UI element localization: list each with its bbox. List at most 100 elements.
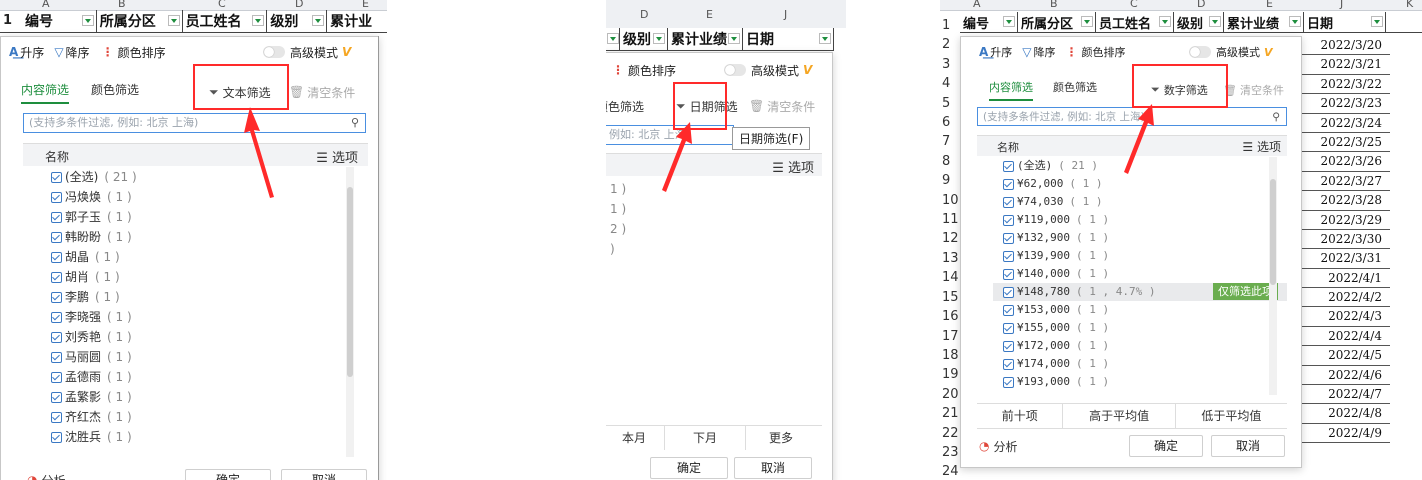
list-item[interactable]: ¥174,000 ( 1 ) bbox=[1003, 355, 1109, 373]
date-cell[interactable]: 2022/3/24 bbox=[1300, 114, 1390, 133]
checkbox[interactable] bbox=[1003, 376, 1014, 388]
checkbox[interactable] bbox=[51, 272, 62, 283]
list-item[interactable]: ¥74,030 ( 1 ) bbox=[1003, 193, 1102, 211]
filter-dropdown-icon[interactable] bbox=[81, 15, 94, 26]
checkbox[interactable] bbox=[51, 252, 62, 263]
advanced-mode[interactable]: 高级模式 V bbox=[724, 61, 812, 79]
advanced-mode[interactable]: 高级模式 V bbox=[263, 43, 351, 61]
checkbox[interactable] bbox=[51, 292, 62, 303]
filter-dropdown-icon[interactable] bbox=[607, 33, 619, 44]
date-cell[interactable]: 2022/4/9 bbox=[1300, 424, 1390, 444]
checkbox[interactable] bbox=[1003, 358, 1014, 370]
list-item[interactable]: 冯焕焕 ( 1 ) bbox=[51, 187, 132, 207]
tab-color-filter[interactable]: 颜色筛选 bbox=[1053, 79, 1097, 101]
list-item[interactable]: ¥172,000 ( 1 ) bbox=[1003, 337, 1109, 355]
checkbox[interactable] bbox=[51, 192, 62, 203]
next-month-button[interactable]: 下月 bbox=[664, 426, 746, 450]
filter-dropdown-icon[interactable] bbox=[819, 33, 831, 44]
list-item[interactable]: (全选) ( 21 ) bbox=[51, 167, 137, 187]
tab-color-filter[interactable]: 颜色筛选 bbox=[91, 81, 139, 104]
checkbox[interactable] bbox=[1003, 232, 1014, 244]
header-cell-date[interactable]: 日期 bbox=[743, 28, 834, 50]
ok-button[interactable]: 确定 bbox=[650, 457, 728, 479]
filter-dropdown-icon[interactable] bbox=[1289, 16, 1301, 27]
checkbox[interactable] bbox=[1003, 250, 1014, 262]
date-cell[interactable]: 2022/4/7 bbox=[1300, 385, 1390, 405]
filter-dropdown-icon[interactable] bbox=[1081, 16, 1093, 27]
advanced-toggle[interactable] bbox=[724, 64, 746, 76]
cancel-button[interactable]: 取消 bbox=[1211, 435, 1285, 457]
list-item[interactable]: ¥119,000 ( 1 ) bbox=[1003, 211, 1109, 229]
list-item[interactable]: 韩盼盼 ( 1 ) bbox=[51, 227, 132, 247]
advanced-toggle[interactable] bbox=[1189, 46, 1211, 58]
date-cell[interactable]: 2022/3/31 bbox=[1300, 249, 1390, 269]
tab-content-filter[interactable]: 内容筛选 bbox=[21, 81, 70, 104]
filter-dropdown-icon[interactable] bbox=[1371, 16, 1383, 27]
header-cell-date[interactable]: 日期 bbox=[1304, 12, 1386, 32]
advanced-mode[interactable]: 高级模式 V bbox=[1189, 43, 1273, 61]
checkbox[interactable] bbox=[1003, 286, 1014, 298]
list-item[interactable]: ¥139,900 ( 1 ) bbox=[1003, 247, 1109, 265]
header-cell-id[interactable]: 编号 bbox=[960, 12, 1018, 32]
search-icon[interactable]: ⚲ bbox=[351, 114, 359, 132]
checkbox[interactable] bbox=[51, 352, 62, 363]
filter-dropdown-icon[interactable] bbox=[653, 33, 665, 44]
header-cell-level[interactable]: 级别 bbox=[1174, 12, 1224, 32]
filter-dropdown-icon[interactable] bbox=[1159, 16, 1171, 27]
list-item[interactable]: ¥155,000 ( 1 ) bbox=[1003, 319, 1109, 337]
tab-color-filter-partial[interactable]: 颜色筛选 bbox=[606, 95, 644, 117]
list-item[interactable]: (全选) ( 21 ) bbox=[1003, 157, 1098, 175]
date-cell[interactable]: 2022/3/20 bbox=[1300, 36, 1390, 56]
list-item[interactable]: 孟德雨 ( 1 ) bbox=[51, 367, 132, 387]
clear-conditions-button[interactable]: 🗑 清空条件 bbox=[289, 81, 355, 103]
search-icon[interactable]: ⚲ bbox=[1272, 108, 1280, 126]
checkbox[interactable] bbox=[1003, 340, 1014, 352]
filter-dropdown-icon[interactable] bbox=[312, 15, 325, 26]
date-cell[interactable]: 2022/3/27 bbox=[1300, 172, 1390, 192]
checkbox[interactable] bbox=[51, 212, 62, 223]
header-cell-level[interactable]: 级别 bbox=[267, 10, 328, 32]
sort-desc-button[interactable]: 降序 bbox=[1034, 44, 1056, 60]
header-cell-id[interactable]: 编号 bbox=[22, 10, 97, 32]
filter-dropdown-icon[interactable] bbox=[728, 33, 740, 44]
date-cell[interactable]: 2022/3/25 bbox=[1300, 133, 1390, 153]
below-average-button[interactable]: 低于平均值 bbox=[1176, 404, 1287, 428]
cancel-button[interactable]: 取消 bbox=[281, 469, 367, 480]
header-cell-region[interactable]: 所属分区 bbox=[1018, 12, 1096, 32]
date-cell[interactable]: 2022/3/26 bbox=[1300, 152, 1390, 172]
checkbox[interactable] bbox=[1003, 196, 1014, 208]
list-item[interactable]: ¥140,000 ( 1 ) bbox=[1003, 265, 1109, 283]
date-cell[interactable]: 2022/4/2 bbox=[1300, 288, 1390, 308]
sort-asc-button[interactable]: 升序 bbox=[20, 44, 44, 61]
list-item[interactable]: ¥193,000 ( 1 ) bbox=[1003, 373, 1109, 391]
top-ten-button[interactable]: 前十项 bbox=[977, 404, 1062, 428]
header-cell-region[interactable]: 所属分区 bbox=[97, 10, 183, 32]
list-item[interactable]: ¥153,000 ( 1 ) bbox=[1003, 301, 1109, 319]
cancel-button[interactable]: 取消 bbox=[734, 457, 812, 479]
this-month-button[interactable]: 本月 bbox=[606, 426, 664, 450]
checkbox[interactable] bbox=[51, 372, 62, 383]
date-cell[interactable]: 2022/4/8 bbox=[1300, 404, 1390, 424]
sort-asc-button[interactable]: 升序 bbox=[990, 44, 1012, 60]
search-input[interactable]: (支持多条件过滤, 例如: 北京 上海) ⚲ bbox=[23, 113, 366, 133]
date-cell[interactable]: 2022/3/21 bbox=[1300, 55, 1390, 75]
list-item[interactable]: ¥62,000 ( 1 ) bbox=[1003, 175, 1102, 193]
checkbox[interactable] bbox=[1003, 160, 1014, 172]
options-button[interactable]: ☰ 选项 bbox=[316, 147, 358, 166]
checkbox[interactable] bbox=[51, 412, 62, 423]
list-item[interactable]: 刘秀艳 ( 1 ) bbox=[51, 327, 132, 347]
scroll-thumb[interactable] bbox=[347, 187, 353, 377]
clear-conditions-button[interactable]: 🗑 清空条件 bbox=[749, 95, 815, 117]
date-cell[interactable]: 2022/4/4 bbox=[1300, 327, 1390, 347]
date-cell[interactable]: 2022/3/22 bbox=[1300, 75, 1390, 95]
date-cell[interactable]: 2022/3/28 bbox=[1300, 191, 1390, 211]
header-cell-perf[interactable]: 累计业 bbox=[327, 10, 387, 32]
filter-dropdown-icon[interactable] bbox=[1003, 16, 1015, 27]
filter-dropdown-icon[interactable] bbox=[167, 15, 180, 26]
scroll-thumb[interactable] bbox=[1270, 179, 1276, 285]
clear-conditions-button[interactable]: 🗑 清空条件 bbox=[1223, 79, 1284, 101]
date-cell[interactable]: 2022/4/5 bbox=[1300, 346, 1390, 366]
list-item[interactable]: 齐红杰 ( 1 ) bbox=[51, 407, 132, 427]
list-item[interactable]: 李晓强 ( 1 ) bbox=[51, 307, 132, 327]
date-cell[interactable]: 2022/3/29 bbox=[1300, 211, 1390, 230]
